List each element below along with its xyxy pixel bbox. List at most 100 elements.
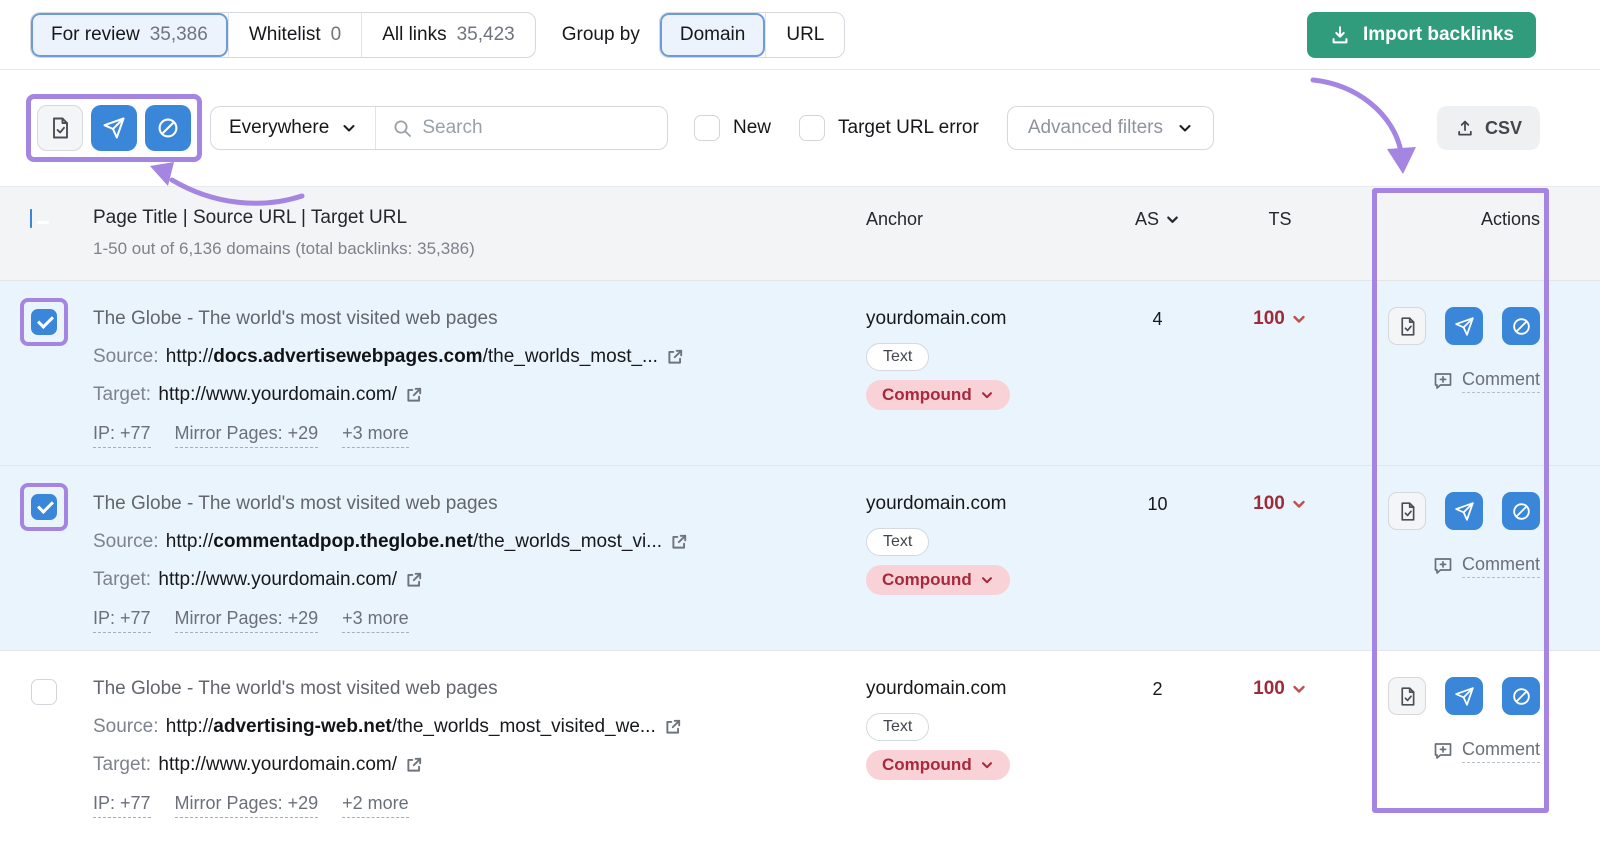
search-input[interactable] (422, 117, 651, 139)
whitelist-button[interactable] (1388, 677, 1426, 715)
import-backlinks-button[interactable]: Import backlinks (1307, 11, 1536, 58)
comment-link[interactable]: Comment (1433, 739, 1540, 763)
filter-target-url-error[interactable]: Target URL error (799, 115, 979, 141)
meta-item[interactable]: Mirror Pages: +29 (174, 793, 319, 818)
ts-score-dropdown[interactable]: 100 (1253, 492, 1307, 516)
scope-dropdown[interactable]: Everywhere (211, 107, 377, 149)
page-title: The Globe - The world's most visited web… (93, 493, 498, 514)
ts-score-dropdown[interactable]: 100 (1253, 307, 1307, 331)
meta-item[interactable]: +3 more (342, 423, 409, 448)
export-csv-button[interactable]: CSV (1436, 106, 1540, 150)
advanced-filters-label: Advanced filters (1027, 117, 1163, 138)
external-link-icon[interactable] (405, 571, 423, 589)
column-header-as-sort[interactable]: AS (1135, 209, 1180, 230)
block-button[interactable] (1502, 677, 1540, 715)
export-csv-label: CSV (1484, 117, 1522, 138)
whitelist-button[interactable] (1388, 492, 1426, 530)
annotation-checkbox-highlight (20, 483, 68, 531)
new-checkbox[interactable] (694, 115, 720, 141)
tab-for-review-count: 35,386 (149, 23, 208, 45)
source-domain: docs.advertisewebpages.com (213, 346, 483, 367)
bulk-whitelist-button[interactable] (37, 105, 83, 151)
meta-item[interactable]: IP: +77 (93, 608, 151, 633)
external-link-icon[interactable] (405, 386, 423, 404)
source-url-line: Source: http://docs.advertisewebpages.co… (93, 345, 866, 369)
comment-link[interactable]: Comment (1433, 554, 1540, 578)
column-header-actions: Actions (1480, 209, 1540, 229)
upload-icon (1455, 118, 1475, 138)
new-checkbox-label: New (733, 117, 772, 138)
comment-link[interactable]: Comment (1433, 369, 1540, 393)
download-icon (1329, 24, 1351, 46)
chevron-down-icon (341, 120, 357, 136)
ts-score-dropdown[interactable]: 100 (1253, 677, 1307, 701)
results-count-text: 1-50 out of 6,136 domains (total backlin… (93, 239, 475, 258)
target-url-line: Target: http://www.yourdomain.com/ (93, 753, 866, 777)
search-field-wrap (376, 117, 667, 139)
tab-all-links[interactable]: All links 35,423 (361, 12, 535, 57)
table-row: The Globe - The world's most visited web… (0, 281, 1600, 466)
bulk-disavow-button[interactable] (91, 105, 137, 151)
group-by-url[interactable]: URL (765, 12, 844, 57)
backlinks-table: Page Title | Source URL | Target URL 1-5… (0, 186, 1600, 849)
column-header-page-title: Page Title | Source URL | Target URL (93, 207, 408, 228)
link-attribute-badge[interactable]: Compound (866, 750, 1010, 780)
block-icon (1511, 316, 1532, 337)
meta-item[interactable]: IP: +77 (93, 793, 151, 818)
bulk-block-button[interactable] (145, 105, 191, 151)
table-row: The Globe - The world's most visited web… (0, 651, 1600, 849)
target-url-line: Target: http://www.yourdomain.com/ (93, 568, 866, 592)
meta-item[interactable]: Mirror Pages: +29 (174, 608, 319, 633)
row-checkbox[interactable] (31, 309, 57, 335)
block-icon (1511, 686, 1532, 707)
meta-item[interactable]: +2 more (342, 793, 409, 818)
block-button[interactable] (1502, 307, 1540, 345)
target-url: http://www.yourdomain.com/ (158, 384, 398, 405)
document-check-icon (1397, 686, 1418, 707)
chevron-down-icon (1291, 681, 1307, 697)
scope-dropdown-value: Everywhere (229, 117, 330, 138)
advanced-filters-button[interactable]: Advanced filters (1006, 106, 1214, 150)
row-checkbox[interactable] (31, 494, 57, 520)
tab-whitelist[interactable]: Whitelist 0 (227, 12, 361, 57)
anchor-type-badge: Text (866, 343, 930, 371)
paper-plane-icon (1454, 686, 1475, 707)
row-checkbox[interactable] (31, 679, 57, 705)
annotation-bulk-actions-box (26, 94, 202, 162)
tab-all-links-count: 35,423 (456, 23, 515, 45)
external-link-icon[interactable] (666, 348, 684, 366)
filter-new[interactable]: New (694, 115, 771, 141)
anchor-type-badge: Text (866, 528, 930, 556)
link-attribute-label: Compound (882, 385, 972, 404)
tab-for-review[interactable]: For review 35,386 (31, 12, 228, 57)
link-attribute-badge[interactable]: Compound (866, 380, 1010, 410)
meta-item[interactable]: +3 more (342, 608, 409, 633)
link-attribute-badge[interactable]: Compound (866, 565, 1010, 595)
external-link-icon[interactable] (670, 533, 688, 551)
disavow-button[interactable] (1445, 307, 1483, 345)
source-path: /the_worlds_most_... (482, 346, 658, 367)
whitelist-button[interactable] (1388, 307, 1426, 345)
document-check-icon (1397, 501, 1418, 522)
meta-item[interactable]: Mirror Pages: +29 (174, 423, 319, 448)
column-header-as: AS (1134, 209, 1159, 229)
group-by-domain[interactable]: Domain (659, 12, 766, 57)
target-url-error-checkbox[interactable] (799, 115, 826, 141)
external-link-icon[interactable] (664, 718, 682, 736)
annotation-checkbox-highlight (20, 668, 68, 716)
external-link-icon[interactable] (405, 756, 423, 774)
block-button[interactable] (1502, 492, 1540, 530)
select-all-checkbox[interactable] (30, 209, 32, 228)
tab-for-review-label: For review (51, 23, 140, 45)
source-label: Source: (93, 346, 159, 367)
source-protocol: http:// (165, 716, 214, 737)
table-body: The Globe - The world's most visited web… (0, 281, 1600, 849)
disavow-button[interactable] (1445, 492, 1483, 530)
meta-item[interactable]: IP: +77 (93, 423, 151, 448)
as-score: 2 (1152, 679, 1163, 699)
scope-search-control: Everywhere (210, 106, 668, 150)
chevron-down-icon (980, 758, 994, 772)
link-attribute-label: Compound (882, 570, 972, 589)
target-label: Target: (93, 569, 152, 590)
disavow-button[interactable] (1445, 677, 1483, 715)
